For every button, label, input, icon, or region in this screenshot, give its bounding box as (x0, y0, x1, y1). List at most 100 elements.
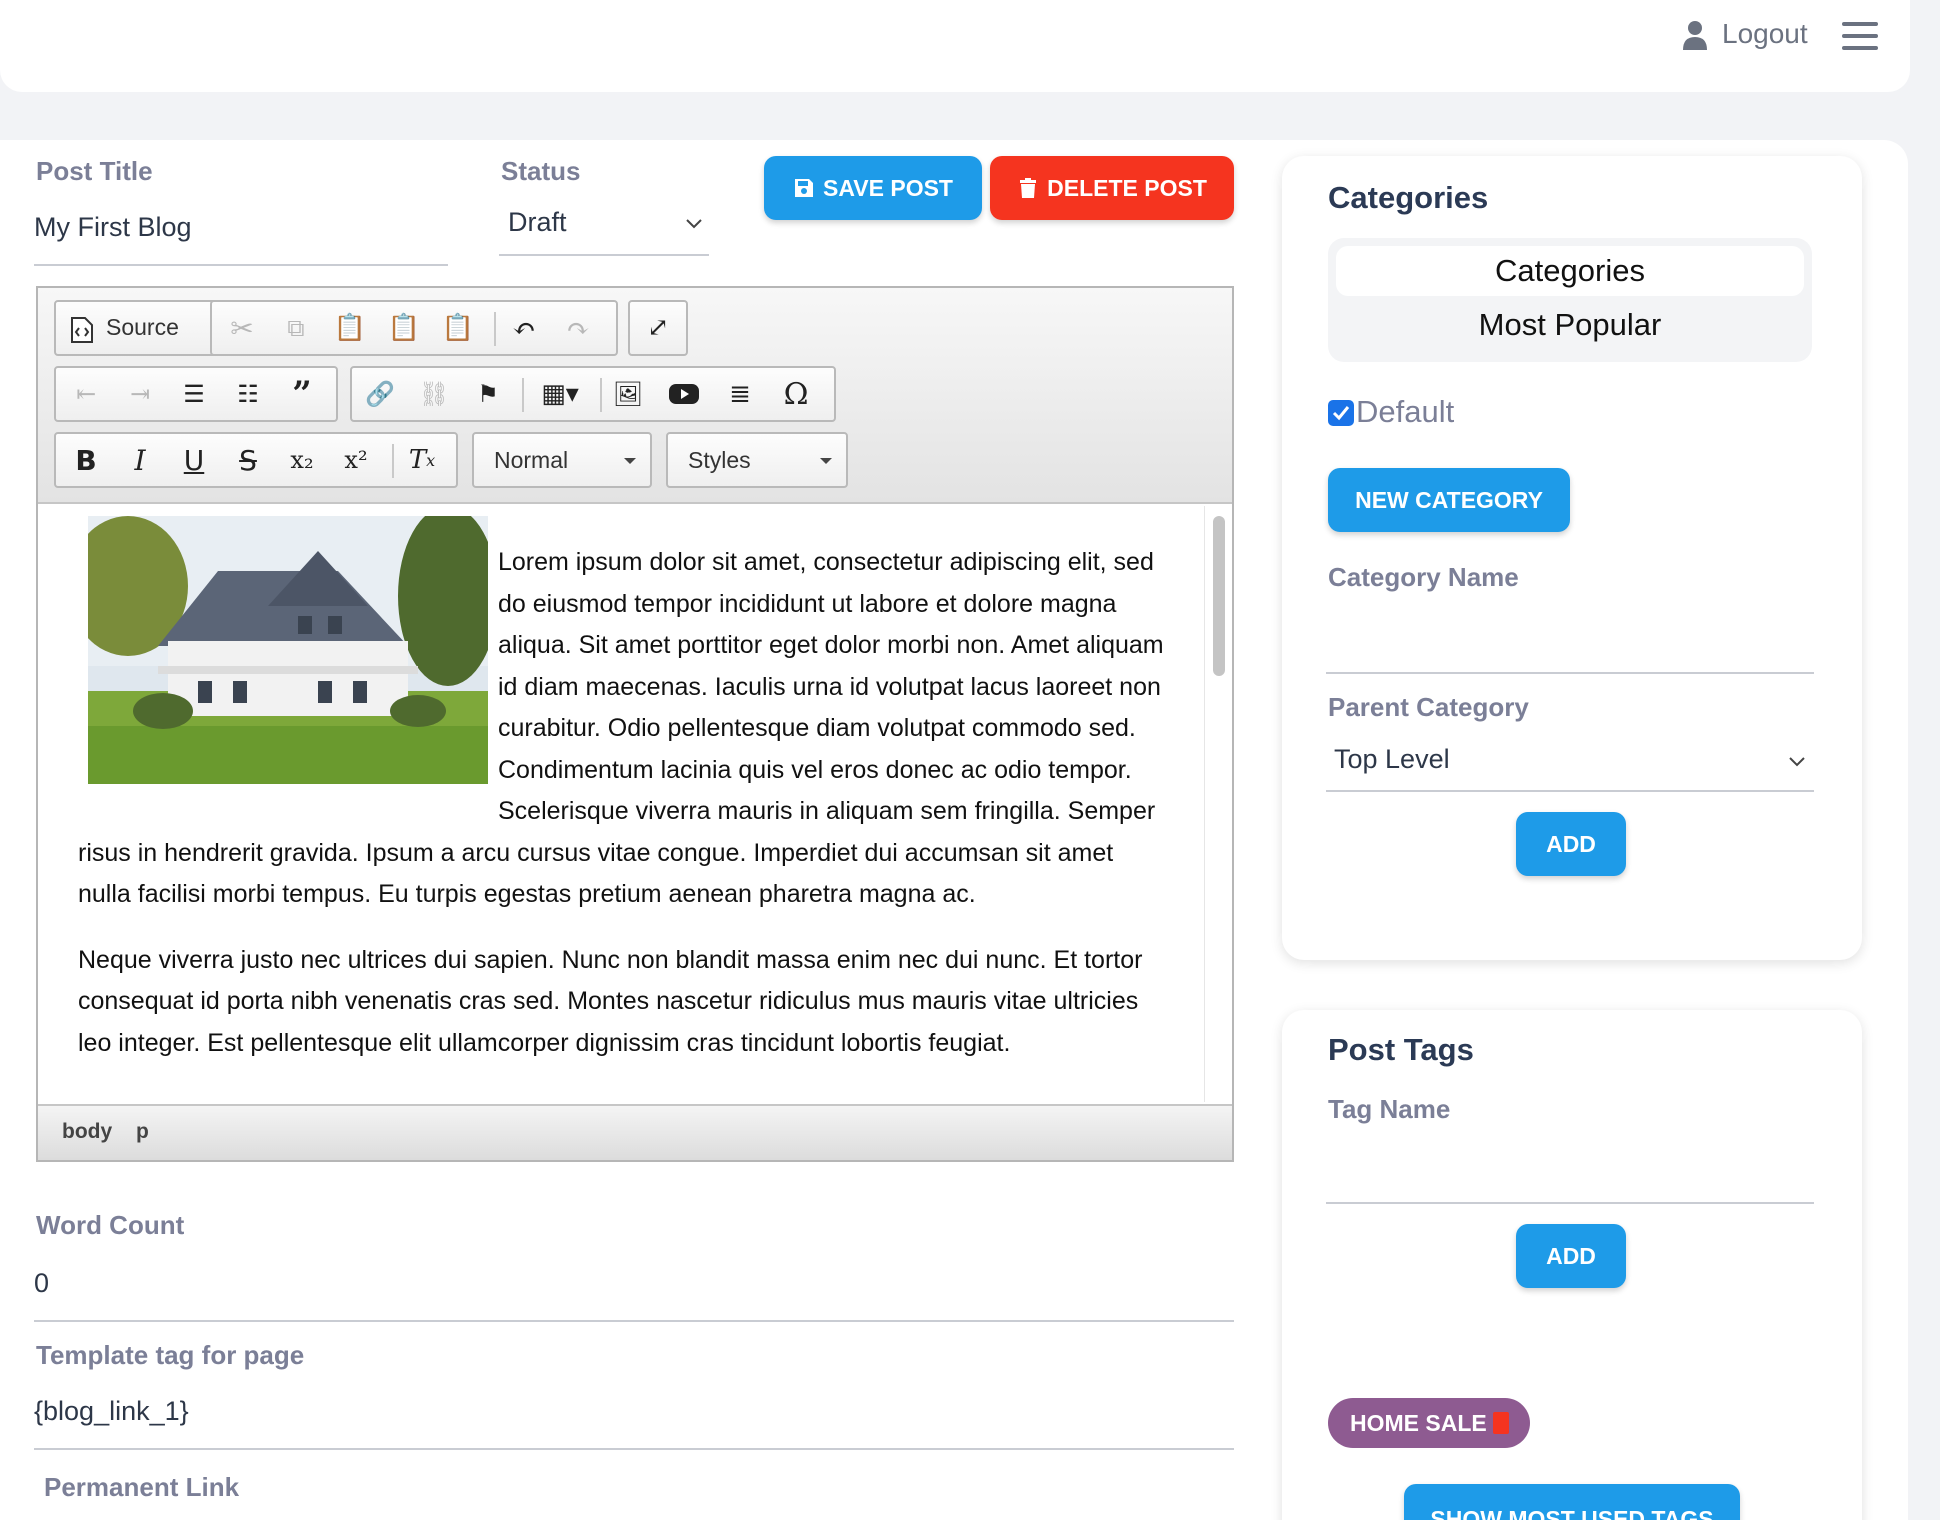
permanent-link-label: Permanent Link (44, 1472, 240, 1502)
styles-caret-icon (820, 458, 832, 464)
anchor-flag-icon[interactable]: ⚑ (468, 376, 508, 412)
path-p[interactable]: p (136, 1120, 149, 1144)
undo-icon[interactable]: ↶ (504, 310, 544, 346)
path-body[interactable]: body (62, 1120, 112, 1144)
editor-path-bar: body p (38, 1104, 1232, 1160)
superscript-icon[interactable]: x² (336, 442, 376, 478)
format-combo-label: Normal (494, 446, 569, 473)
word-count-underline (34, 1320, 1234, 1322)
source-button[interactable]: Source (106, 314, 179, 341)
hamburger-menu-icon[interactable] (1842, 22, 1878, 50)
delete-post-label: DELETE POST (1047, 174, 1207, 201)
numbered-list-icon[interactable]: ☰ (174, 376, 214, 412)
special-character-icon[interactable]: Ω (776, 376, 816, 412)
strikethrough-icon[interactable]: S (228, 442, 268, 478)
subscript-icon[interactable]: x₂ (282, 442, 322, 478)
video-icon[interactable] (664, 376, 704, 412)
add-tag-button[interactable]: ADD (1516, 1224, 1626, 1288)
tag-chip[interactable]: HOME SALE (1328, 1398, 1530, 1448)
remove-format-icon[interactable]: Tx (402, 442, 442, 478)
parent-category-label: Parent Category (1328, 692, 1529, 722)
editor-paragraph[interactable]: Neque viverra justo nec ultrices dui sap… (38, 940, 1202, 1065)
status-label: Status (501, 156, 581, 186)
toolbar-separator (494, 312, 496, 346)
default-category-label[interactable]: Default (1356, 394, 1454, 430)
trash-icon[interactable] (1492, 1412, 1509, 1434)
image-icon[interactable]: 🖼 (608, 376, 648, 412)
toolbar-group-document: Source (54, 300, 230, 356)
toolbar-group-paragraph: ⇤ ⇥ ☰ ☷ ” (54, 366, 338, 422)
post-title-label: Post Title (36, 156, 153, 186)
styles-combo-label: Styles (688, 446, 751, 473)
cut-icon[interactable]: ✂ (222, 310, 262, 346)
delete-post-button[interactable]: DELETE POST (990, 156, 1234, 220)
word-count-label: Word Count (36, 1210, 185, 1240)
toolbar-group-view: ⤢ (628, 300, 688, 356)
parent-category-underline (1326, 790, 1814, 792)
toolbar-group-insert: 🔗 ⛓ ⚑ ▦▾ 🖼 ≣ Ω (350, 366, 836, 422)
user-icon (1683, 21, 1707, 50)
editor-toolbar: Source ✂ ⧉ 📋 📋 📋 ↶ ↷ ⤢ ⇤ ⇥ ☰ ☷ ” 🔗 ⛓ ⚑ ▦… (38, 288, 1232, 504)
status-select[interactable]: Draft (508, 207, 567, 238)
post-tags-card: Post Tags Tag Name ADD HOME SALE SHOW MO… (1282, 1010, 1862, 1520)
maximize-icon[interactable]: ⤢ (638, 310, 678, 346)
format-caret-icon (624, 458, 636, 464)
template-tag-label: Template tag for page (36, 1340, 305, 1370)
save-post-label: SAVE POST (823, 174, 953, 201)
source-icon (71, 317, 93, 343)
tab-categories[interactable]: Categories (1336, 246, 1804, 296)
word-count-value: 0 (34, 1268, 50, 1298)
default-category-checkbox[interactable] (1328, 400, 1354, 426)
template-tag-value[interactable]: {blog_link_1} (34, 1396, 189, 1427)
categories-tabs: Categories Most Popular (1328, 238, 1812, 362)
house-image (88, 516, 488, 784)
toolbar-separator (522, 378, 524, 412)
editor-content-area[interactable]: Lorem ipsum dolor sit amet, consectetur … (38, 506, 1202, 1102)
tag-chip-label: HOME SALE (1350, 1409, 1487, 1436)
post-title-underline (34, 264, 448, 266)
toolbar-separator (600, 378, 602, 412)
show-most-used-tags-button[interactable]: SHOW MOST USED TAGS (1404, 1484, 1740, 1520)
paste-text-icon[interactable]: 📋 (384, 310, 424, 346)
outdent-icon[interactable]: ⇤ (66, 376, 106, 412)
parent-category-select[interactable]: Top Level (1334, 744, 1450, 775)
blockquote-icon[interactable]: ” (282, 374, 322, 414)
post-title-input[interactable]: My First Blog (34, 212, 192, 243)
horizontal-rule-icon[interactable]: ≣ (720, 376, 760, 412)
logout-link[interactable]: Logout (1722, 18, 1808, 50)
status-chevron-down-icon[interactable] (685, 218, 703, 230)
indent-icon[interactable]: ⇥ (120, 376, 160, 412)
styles-combo[interactable]: Styles (666, 432, 848, 488)
paste-word-icon[interactable]: 📋 (438, 310, 478, 346)
bold-icon[interactable]: B (66, 442, 106, 478)
parent-category-chevron-down-icon[interactable] (1788, 756, 1806, 768)
copy-icon[interactable]: ⧉ (276, 310, 316, 346)
top-bar: Logout (0, 0, 1910, 92)
category-name-underline (1326, 672, 1814, 674)
paste-icon[interactable]: 📋 (330, 310, 370, 346)
category-name-label: Category Name (1328, 562, 1519, 592)
format-combo[interactable]: Normal (472, 432, 652, 488)
link-icon[interactable]: 🔗 (360, 376, 400, 412)
save-post-button[interactable]: SAVE POST (764, 156, 982, 220)
bulleted-list-icon[interactable]: ☷ (228, 376, 268, 412)
redo-icon[interactable]: ↷ (558, 310, 598, 346)
unlink-icon[interactable]: ⛓ (414, 376, 454, 412)
tab-most-popular[interactable]: Most Popular (1336, 300, 1804, 350)
table-icon[interactable]: ▦▾ (530, 376, 590, 412)
status-underline (499, 254, 709, 256)
toolbar-separator (392, 444, 394, 478)
trash-icon (1020, 178, 1037, 198)
new-category-button[interactable]: NEW CATEGORY (1328, 468, 1570, 532)
checkmark-icon (1332, 406, 1350, 421)
toolbar-group-clipboard: ✂ ⧉ 📋 📋 📋 ↶ ↷ (210, 300, 618, 356)
toolbar-group-basic-styles: B I U S x₂ x² Tx (54, 432, 458, 488)
underline-icon[interactable]: U (174, 442, 214, 478)
categories-card: Categories Categories Most Popular Defau… (1282, 156, 1862, 960)
italic-icon[interactable]: I (120, 442, 160, 478)
add-category-button[interactable]: ADD (1516, 812, 1626, 876)
post-tags-title: Post Tags (1328, 1032, 1474, 1067)
editor-scrollbar-thumb[interactable] (1213, 516, 1225, 676)
tag-name-underline (1326, 1202, 1814, 1204)
editor-scrollbar[interactable] (1204, 506, 1232, 1102)
